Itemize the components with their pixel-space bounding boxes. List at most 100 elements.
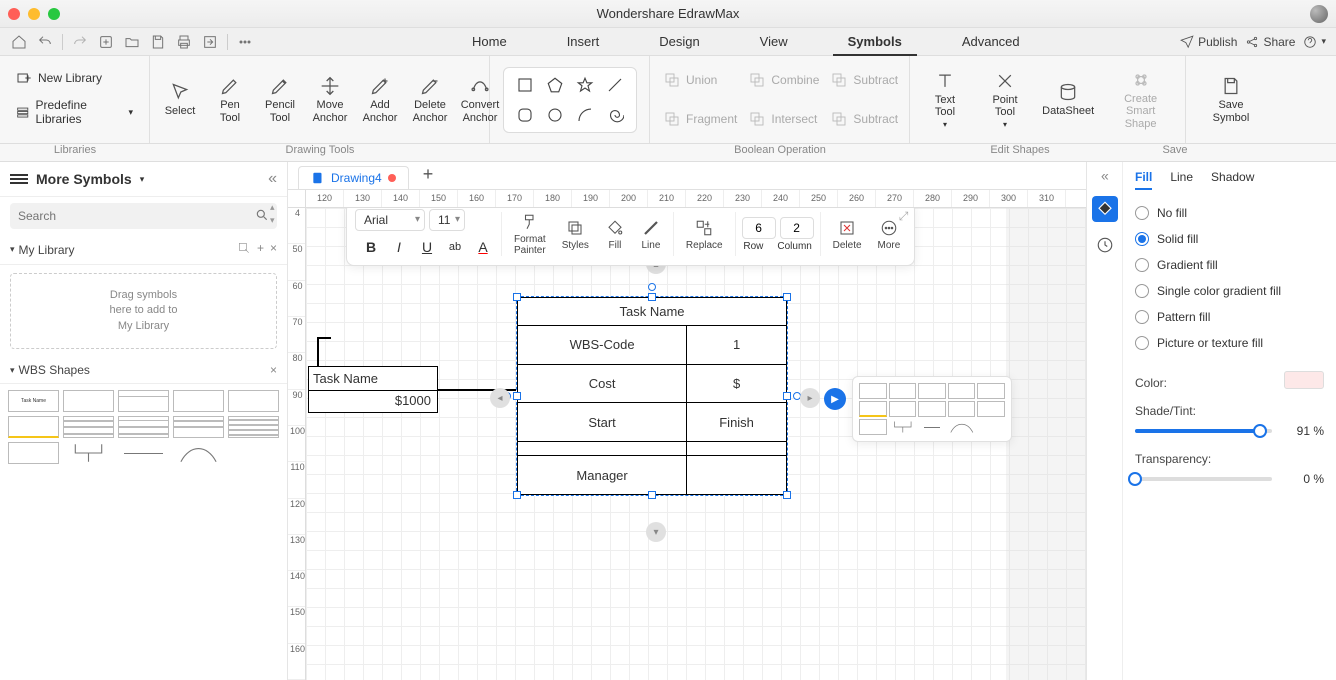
row-count-input[interactable] [742,217,776,239]
shape-option[interactable] [948,419,976,435]
table-cell[interactable]: $ [687,364,787,403]
scroll-down-icon[interactable]: ▾ [270,215,275,226]
new-library-button[interactable]: New Library [10,66,139,90]
minimize-window-icon[interactable] [28,8,40,20]
table-cell[interactable] [687,441,787,455]
shape-option[interactable] [918,383,946,399]
save-symbol-tool[interactable]: Save Symbol [1207,71,1256,127]
resize-handle[interactable] [513,392,521,400]
table-cell[interactable]: Manager [518,456,687,495]
connection-point[interactable] [646,281,657,292]
home-icon[interactable] [10,33,28,51]
wbs-shape[interactable] [173,416,224,438]
close-lib-icon[interactable]: × [270,241,277,258]
shape-option[interactable] [859,383,887,399]
shape-option[interactable] [859,401,887,417]
more-symbols-title[interactable]: More Symbols [36,171,132,187]
italic-button[interactable]: I [387,235,411,259]
undo-icon[interactable] [36,33,54,51]
datasheet-tool[interactable]: DataSheet [1038,77,1098,121]
delete-anchor-tool[interactable]: Delete Anchor [408,71,452,127]
hamburger-icon[interactable] [10,172,28,186]
predefine-libraries-button[interactable]: Predefine Libraries▾ [10,94,139,130]
shape-option[interactable] [889,383,917,399]
publish-button[interactable]: Publish [1180,35,1237,49]
resize-handle[interactable] [648,293,656,301]
spiral-shape-icon[interactable] [602,102,628,128]
canvas[interactable]: Arial 11 B I U ab A Format Painter [306,208,1086,680]
wbs-shape[interactable] [228,390,279,412]
col-count-input[interactable] [780,217,814,239]
search-input[interactable] [10,203,277,229]
table-cell[interactable]: Start [518,403,687,442]
menu-home[interactable]: Home [442,28,537,56]
roundrect-shape-icon[interactable] [512,102,538,128]
pin-toolbar-icon[interactable]: ⤢ [899,209,909,224]
close-wbs-icon[interactable]: × [270,363,277,377]
table-cell[interactable]: Finish [687,403,787,442]
add-document-button[interactable]: + [413,160,444,189]
export-icon[interactable] [201,33,219,51]
text-tool[interactable]: Text Tool▾ [918,66,972,133]
font-size-select[interactable]: 11 [429,209,465,231]
fill-option-gradient[interactable]: Gradient fill [1135,252,1324,278]
open-icon[interactable] [123,33,141,51]
wbs-shapes-header[interactable]: ▾ WBS Shapes × [0,357,287,384]
shade-slider[interactable] [1135,429,1272,433]
pen-tool[interactable]: Pen Tool [208,71,252,127]
shape-option[interactable] [918,401,946,417]
shape-option[interactable] [948,401,976,417]
resize-handle[interactable] [648,491,656,499]
menu-view[interactable]: View [730,28,818,56]
arc-shape-icon[interactable] [572,102,598,128]
wbs-shape[interactable] [63,390,114,412]
wbs-connector-line[interactable] [118,442,169,464]
table-cell[interactable]: 1 [687,326,787,365]
select-tool[interactable]: Select [158,77,202,121]
resize-handle[interactable] [783,392,791,400]
wbs-shape[interactable] [8,416,59,438]
save-icon[interactable] [149,33,167,51]
table-cell[interactable]: WBS-Code [518,326,687,365]
fill-tab[interactable]: Fill [1135,170,1152,190]
shape-option[interactable] [977,401,1005,417]
connector-line[interactable] [438,389,523,391]
replace-button[interactable]: Replace [680,218,729,251]
scroll-up-icon[interactable]: ▴ [270,202,275,213]
more-icon[interactable] [236,33,254,51]
wbs-shape[interactable] [228,416,279,438]
task-box[interactable]: Task Name $1000 [308,366,438,413]
print-icon[interactable] [175,33,193,51]
square-shape-icon[interactable] [512,72,538,98]
mylibrary-header[interactable]: ▾ My Library + × [0,235,287,265]
shadow-tab[interactable]: Shadow [1211,170,1254,190]
hint-left-icon[interactable]: ◂ [490,388,510,408]
menu-design[interactable]: Design [629,28,729,56]
next-shape-button[interactable]: ▶ [824,388,846,410]
line-button[interactable]: Line [635,218,667,251]
pentagon-shape-icon[interactable] [542,72,568,98]
window-controls[interactable] [8,8,60,20]
wbs-connector-bracket[interactable] [63,442,114,464]
format-painter-button[interactable]: Format Painter [508,212,552,256]
resize-handle[interactable] [513,491,521,499]
delete-button[interactable]: Delete [827,218,868,251]
close-window-icon[interactable] [8,8,20,20]
fill-panel-icon[interactable] [1092,196,1118,222]
table-cell[interactable] [518,441,687,455]
menu-insert[interactable]: Insert [537,28,630,56]
expand-right-icon[interactable]: » [1101,170,1109,186]
history-panel-icon[interactable] [1092,232,1118,258]
resize-handle[interactable] [513,293,521,301]
menu-advanced[interactable]: Advanced [932,28,1050,56]
help-button[interactable]: ▾ [1303,35,1326,49]
menu-symbols[interactable]: Symbols [818,28,932,56]
point-tool[interactable]: Point Tool▾ [978,66,1032,133]
hint-down-icon[interactable]: ▾ [646,522,666,542]
table-cell[interactable] [687,456,787,495]
redo-icon[interactable] [71,33,89,51]
font-color-button[interactable]: A [471,235,495,259]
shape-palette[interactable] [503,67,637,133]
share-button[interactable]: Share [1245,35,1295,49]
shape-option[interactable] [948,383,976,399]
